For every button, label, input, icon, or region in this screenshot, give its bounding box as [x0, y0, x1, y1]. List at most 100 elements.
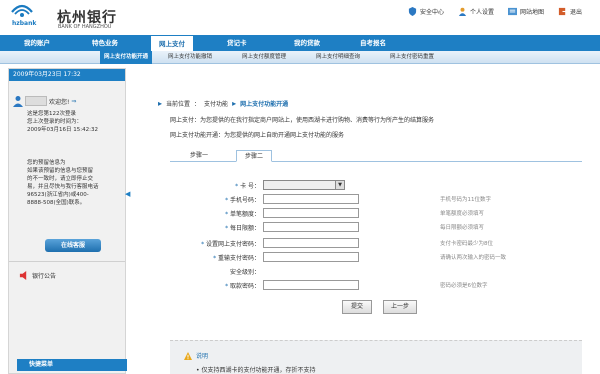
- desc-label: 网上支付：: [170, 117, 201, 124]
- left-panel: 2009年03月23日 17:32 欢迎您! ⇒ 这是您第122次登录 您上次登…: [8, 68, 127, 374]
- single-limit-input[interactable]: [263, 208, 359, 218]
- withdraw-password-hint: 密码必须是6位数字: [440, 283, 488, 289]
- warning-icon: [184, 351, 192, 360]
- login-info: 这是您第122次登录 您上次登录的时间为： 2009年03月16日 15:42:…: [27, 110, 123, 134]
- phone-hint: 手机号码为11位数字: [440, 197, 491, 203]
- subnav-payment-activation[interactable]: 网上支付功能开通: [100, 51, 153, 64]
- announcement-label: 银行公告: [32, 273, 57, 280]
- desc-text: 为您提供的在我行指定商户网站上，使用西湖卡进行购物、消费等行为所产生的结算服务: [200, 117, 435, 124]
- phone-label: * 手机号码：: [225, 197, 260, 204]
- subnav-limit-management[interactable]: 网上支付额度管理: [242, 51, 286, 64]
- desc-activation: 网上支付功能开通：为您提供的网上自助开通网上支付功能的服务: [170, 130, 344, 139]
- reserved-info-notice: 您的预留信息为 如果该预留的信息与您预留 的不一致时，请立即停止交 易，并且尽快…: [27, 159, 123, 207]
- desc-online-payment: 网上支付：为您提供的在我行指定商户网站上，使用西湖卡进行购物、消费等行为所产生的…: [170, 115, 434, 124]
- header: hzbank 杭州银行 BANK OF HANGZHOU 安全中心 个人设置 网…: [0, 0, 600, 34]
- breadcrumb-prefix: 当前位置: [166, 101, 191, 108]
- welcome-arrow-icon[interactable]: ⇒: [71, 98, 76, 105]
- notice-line: 的不一致时，请立即停止交: [27, 176, 94, 182]
- tab-step-two[interactable]: 步骤二: [236, 150, 273, 162]
- submit-button[interactable]: 提交: [342, 300, 372, 314]
- note-title: 说明: [196, 353, 209, 360]
- online-service-button[interactable]: 在线客服: [45, 239, 101, 252]
- brand-english: BANK OF HANGZHOU: [58, 24, 112, 30]
- set-password-input[interactable]: [263, 238, 359, 248]
- bank-logo-icon: [11, 4, 33, 17]
- login-count: 这是您第122次登录: [27, 111, 76, 117]
- breadcrumb-parent[interactable]: 支付功能: [204, 99, 228, 108]
- notice-line: 8888-508(全国)联系。: [27, 200, 86, 206]
- tab-step-one[interactable]: 步骤一: [182, 150, 216, 162]
- daily-limit-hint: 每日限额必须填写: [440, 225, 485, 231]
- user-avatar-icon: [13, 96, 23, 107]
- subnav-payment-cancel[interactable]: 网上支付功能撤销: [168, 51, 212, 64]
- exit-link[interactable]: 退出: [558, 7, 582, 16]
- top-links: 安全中心 个人设置 网站地图 退出: [408, 7, 582, 16]
- step-tabs: 步骤一 步骤二: [170, 148, 582, 162]
- personal-settings-label: 个人设置: [469, 9, 494, 16]
- withdraw-password-input[interactable]: [263, 280, 359, 290]
- nav-online-payment[interactable]: 网上支付: [150, 35, 194, 51]
- shield-icon: [408, 7, 417, 16]
- security-center-label: 安全中心: [419, 9, 444, 16]
- breadcrumb: ▸ 当前位置 ： 支付功能 ▸ 网上支付功能开通: [158, 99, 288, 108]
- daily-limit-input[interactable]: [263, 222, 359, 232]
- divider: [9, 261, 125, 262]
- withdraw-password-label: * 取款密码：: [225, 283, 260, 290]
- nav-exam-registration[interactable]: 自考报名: [360, 35, 386, 51]
- quick-menu[interactable]: 快捷菜单: [17, 359, 127, 371]
- last-login-time: 2009年03月16日 15:42:32: [27, 127, 98, 133]
- bank-announcement-link[interactable]: 银行公告: [19, 271, 56, 280]
- exit-label: 退出: [569, 9, 582, 16]
- sitemap-icon: [507, 7, 517, 16]
- single-limit-hint: 单笔额度必须填写: [440, 211, 485, 217]
- breadcrumb-arrow-icon: ▸: [232, 99, 237, 108]
- card-number-label: * 卡 号：: [235, 183, 260, 190]
- exit-icon: [558, 7, 567, 16]
- breadcrumb-current: 网上支付功能开通: [240, 101, 289, 108]
- current-date: 2009年03月23日 17:32: [9, 69, 125, 81]
- notice-line: 96523(浙江省内)或400-: [27, 192, 89, 198]
- phone-input[interactable]: [263, 194, 359, 204]
- set-password-hint: 支付卡密码最少为8位: [440, 241, 493, 247]
- sub-nav: 网上支付功能开通 网上支付功能撤销 网上支付额度管理 网上支付明细查询 网上支付…: [0, 51, 600, 64]
- security-center-link[interactable]: 安全中心: [408, 7, 444, 16]
- notice-line: 如果该预留的信息与您预留: [27, 168, 94, 174]
- desc-label: 网上支付功能开通：: [170, 132, 225, 139]
- breadcrumb-arrow-icon: ▸: [158, 99, 163, 108]
- security-level-label: 安全级别：: [229, 269, 260, 276]
- note-box: 说明 • 仅支持西湖卡的支付功能开通，存折不支持: [170, 340, 582, 374]
- set-password-label: * 设置网上支付密码：: [201, 241, 260, 248]
- nav-my-account[interactable]: 我的账户: [24, 35, 50, 51]
- sitemap-link[interactable]: 网站地图: [507, 7, 544, 16]
- confirm-password-hint: 请确认两次输入的密码一致: [440, 255, 507, 261]
- personal-settings-link[interactable]: 个人设置: [458, 7, 494, 16]
- nav-credit-card[interactable]: 贷记卡: [227, 35, 247, 51]
- note-body: • 仅支持西湖卡的支付功能开通，存折不支持: [196, 367, 316, 374]
- welcome-row: 欢迎您! ⇒: [13, 95, 76, 107]
- last-login-label: 您上次登录的时间为：: [27, 119, 83, 125]
- notice-line: 易，并且尽快与我行客服电话: [27, 184, 99, 190]
- breadcrumb-separator: ：: [194, 101, 201, 108]
- confirm-password-label: * 重输支付密码：: [213, 255, 260, 262]
- nav-featured-services[interactable]: 特色业务: [92, 35, 118, 51]
- card-number-select[interactable]: ▼: [263, 180, 345, 190]
- collapse-arrow-icon[interactable]: ◀: [125, 190, 130, 204]
- sitemap-label: 网站地图: [519, 9, 544, 16]
- note-title-row: 说明: [184, 351, 208, 360]
- daily-limit-label: * 每日限额：: [225, 225, 260, 232]
- previous-step-button[interactable]: 上一步: [383, 300, 417, 314]
- main-nav: 我的账户 特色业务 网上支付 贷记卡 我的贷款 自考报名: [0, 35, 600, 51]
- speaker-icon: [19, 271, 27, 280]
- person-icon: [458, 7, 467, 16]
- single-limit-label: * 单笔额度：: [225, 211, 260, 218]
- notice-line: 您的预留信息为: [27, 160, 66, 166]
- chevron-down-icon[interactable]: ▼: [335, 181, 344, 189]
- username-box: [25, 96, 47, 106]
- confirm-password-input[interactable]: [263, 252, 359, 262]
- desc-text: 为您提供的网上自助开通网上支付功能的服务: [224, 132, 345, 139]
- nav-my-loans[interactable]: 我的贷款: [294, 35, 320, 51]
- subnav-detail-query[interactable]: 网上支付明细查询: [316, 51, 360, 64]
- brand-short: hzbank: [12, 20, 37, 27]
- welcome-text: 欢迎您!: [49, 98, 70, 106]
- subnav-password-reset[interactable]: 网上支付密码重置: [390, 51, 434, 64]
